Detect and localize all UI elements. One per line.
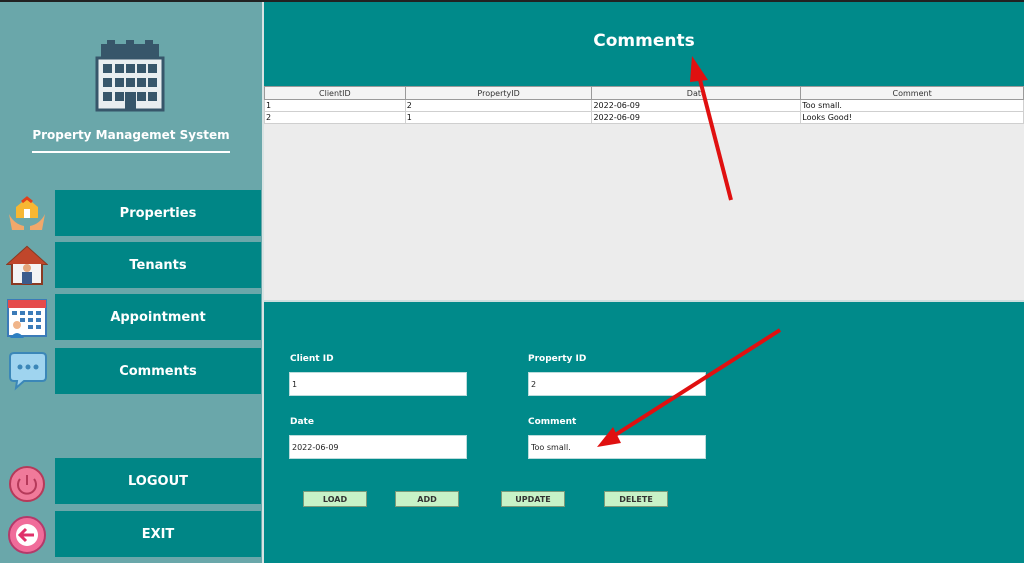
add-button[interactable]: ADD bbox=[395, 491, 459, 507]
logout-button[interactable]: LOGOUT bbox=[55, 458, 261, 504]
date-field[interactable] bbox=[289, 435, 467, 459]
load-button[interactable]: LOAD bbox=[303, 491, 367, 507]
table-header-row: ClientID PropertyID Date Comment bbox=[264, 86, 1024, 100]
update-button[interactable]: UPDATE bbox=[501, 491, 565, 507]
table-row[interactable]: 2 1 2022-06-09 Looks Good! bbox=[264, 111, 1024, 124]
sidebar: Property Managemet System Properties Ten… bbox=[0, 2, 262, 563]
page-header: Comments bbox=[264, 2, 1024, 86]
table-cell: 1 bbox=[264, 99, 406, 112]
panel-separator bbox=[264, 300, 1024, 302]
property-id-field[interactable] bbox=[528, 372, 706, 396]
tenant-house-icon bbox=[6, 245, 48, 285]
nav-comments-button[interactable]: Comments bbox=[55, 348, 261, 394]
comments-table[interactable]: ClientID PropertyID Date Comment 1 2 202… bbox=[264, 86, 1024, 124]
client-id-field[interactable] bbox=[289, 372, 467, 396]
table-cell: 2022-06-09 bbox=[591, 111, 802, 124]
column-header-date[interactable]: Date bbox=[591, 86, 802, 100]
date-label: Date bbox=[290, 417, 314, 427]
client-id-label: Client ID bbox=[290, 354, 334, 364]
comment-field[interactable] bbox=[528, 435, 706, 459]
nav-appointment-button[interactable]: Appointment bbox=[55, 294, 261, 340]
property-id-label: Property ID bbox=[528, 354, 587, 364]
building-logo-icon bbox=[95, 40, 165, 112]
table-row[interactable]: 1 2 2022-06-09 Too small. bbox=[264, 99, 1024, 112]
power-icon bbox=[9, 466, 45, 502]
table-cell: Looks Good! bbox=[800, 111, 1024, 124]
column-header-comment[interactable]: Comment bbox=[800, 86, 1024, 100]
exit-icon bbox=[8, 516, 46, 554]
table-cell: 2 bbox=[264, 111, 406, 124]
comments-table-panel: ClientID PropertyID Date Comment 1 2 202… bbox=[264, 86, 1024, 300]
table-cell: 2 bbox=[404, 99, 593, 112]
comment-label: Comment bbox=[528, 417, 577, 427]
page-title: Comments bbox=[593, 31, 695, 51]
table-cell: 2022-06-09 bbox=[591, 99, 802, 112]
delete-button[interactable]: DELETE bbox=[604, 491, 668, 507]
calendar-icon bbox=[7, 299, 47, 338]
nav-properties-button[interactable]: Properties bbox=[55, 190, 261, 236]
column-header-clientid[interactable]: ClientID bbox=[264, 86, 406, 100]
title-underline bbox=[32, 151, 230, 153]
table-cell: 1 bbox=[404, 111, 593, 124]
exit-button[interactable]: EXIT bbox=[55, 511, 261, 557]
table-cell: Too small. bbox=[800, 99, 1024, 112]
column-header-propertyid[interactable]: PropertyID bbox=[404, 86, 593, 100]
chat-bubble-icon bbox=[9, 352, 47, 391]
app-title: Property Managemet System bbox=[32, 128, 230, 142]
home-hand-icon bbox=[9, 196, 45, 230]
nav-tenants-button[interactable]: Tenants bbox=[55, 242, 261, 288]
